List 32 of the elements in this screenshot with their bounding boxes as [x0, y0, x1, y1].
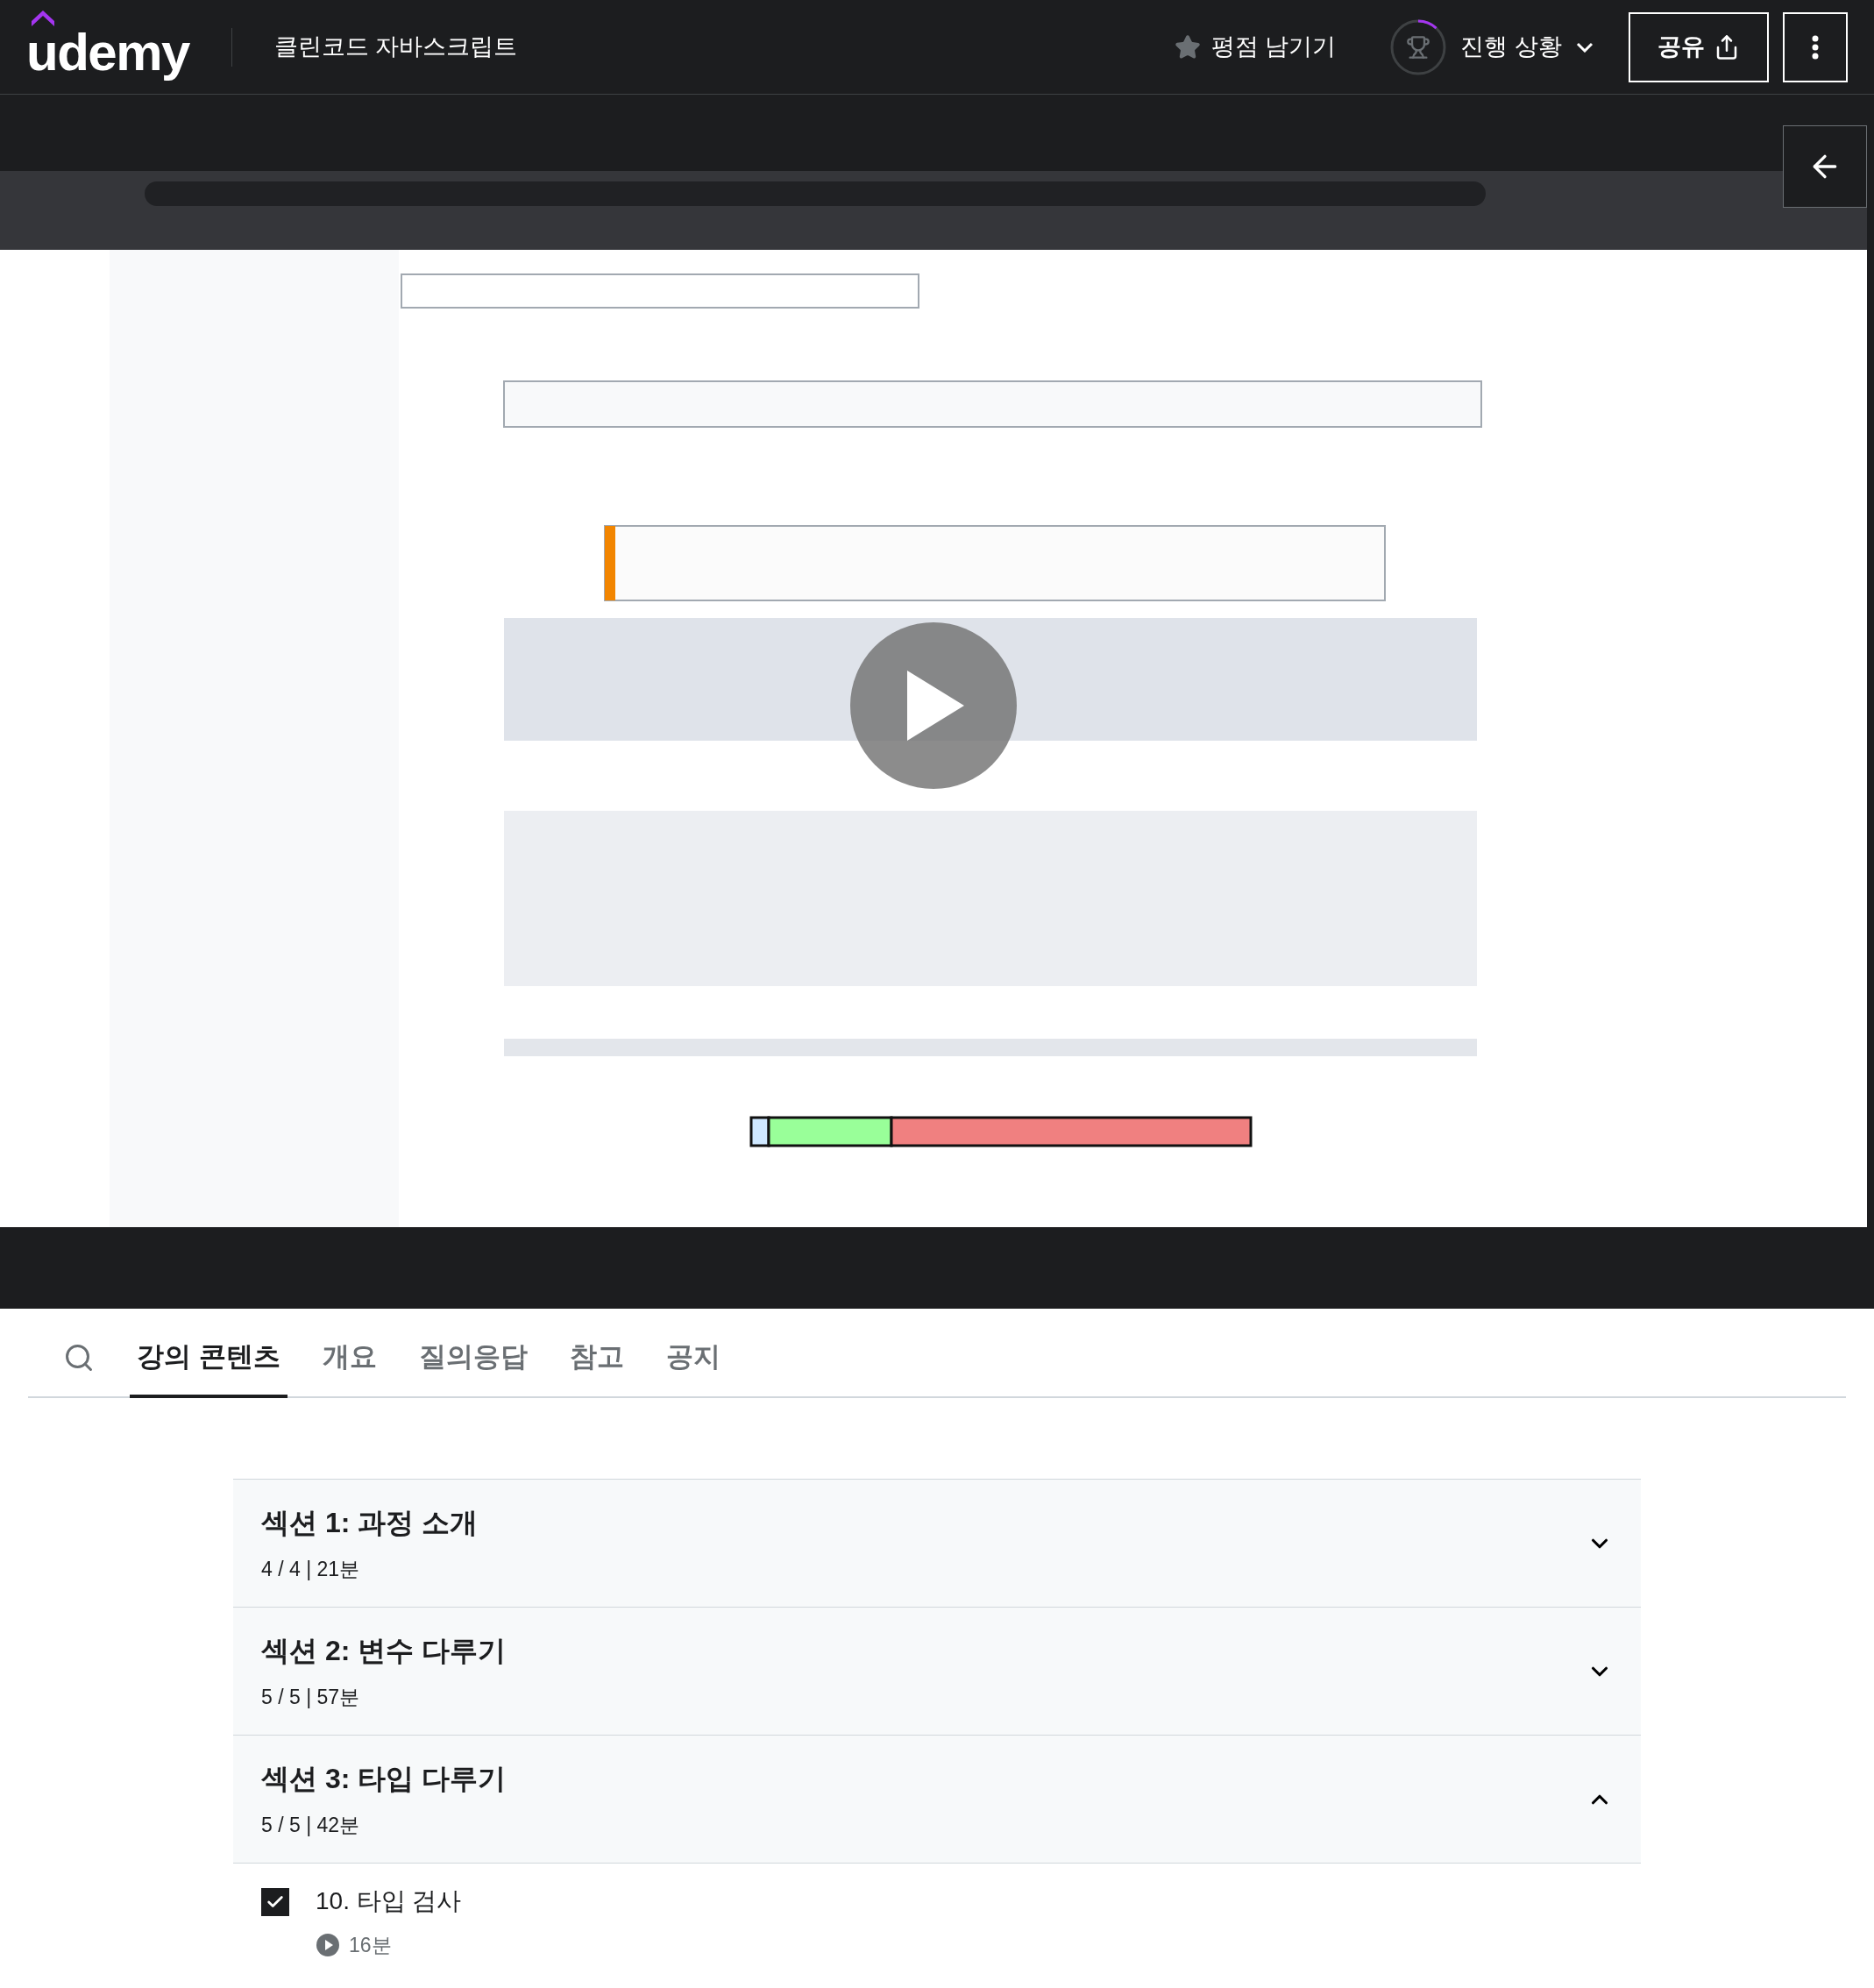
search-icon — [63, 1342, 95, 1374]
tab[interactable]: 강의 콘텐츠 — [130, 1336, 287, 1398]
lecture-title[interactable]: 10. 타입 검사 — [316, 1883, 462, 1920]
progress-dropdown[interactable]: 진행 상황 — [1460, 29, 1594, 65]
section-title: 섹션 2: 변수 다루기 — [261, 1634, 507, 1669]
section-meta: 4 / 4 | 21분 — [261, 1557, 361, 1583]
share-button[interactable]: 공유 — [1629, 11, 1769, 82]
logo-mark-icon — [30, 10, 56, 26]
search-button[interactable] — [63, 1342, 95, 1374]
chevron-down-icon — [1576, 41, 1594, 53]
tab[interactable]: 참고 — [562, 1336, 631, 1398]
more-button[interactable] — [1783, 11, 1848, 82]
more-icon — [1812, 34, 1819, 60]
checkbox[interactable] — [261, 1888, 289, 1916]
section-meta: 5 / 5 | 42분 — [261, 1813, 361, 1839]
section-header[interactable]: 섹션 1: 과정 소개 4 / 4 | 21분 — [233, 1480, 1641, 1608]
rating-button[interactable]: 평점 남기기 — [1174, 29, 1337, 65]
trophy-icon — [1406, 34, 1431, 60]
section-meta: 5 / 5 | 57분 — [261, 1685, 361, 1711]
logo[interactable]: udemy — [26, 20, 189, 84]
lecture-duration: 16분 — [349, 1933, 392, 1958]
star-icon — [1174, 33, 1201, 60]
section-title: 섹션 1: 과정 소개 — [261, 1506, 479, 1541]
play-icon — [316, 1933, 340, 1958]
section-header[interactable]: 섹션 2: 변수 다루기 5 / 5 | 57분 — [233, 1608, 1641, 1736]
section-header[interactable]: 섹션 3: 타입 다루기 5 / 5 | 42분 — [233, 1736, 1641, 1864]
tab[interactable]: 개요 — [315, 1336, 384, 1398]
course-title: 클린코드 자바스크립트 — [273, 32, 518, 62]
back-button[interactable] — [1783, 125, 1867, 208]
section-title: 섹션 3: 타입 다루기 — [261, 1762, 507, 1797]
tab[interactable]: 질의응답 — [411, 1336, 535, 1398]
tab[interactable]: 공지 — [658, 1336, 728, 1398]
